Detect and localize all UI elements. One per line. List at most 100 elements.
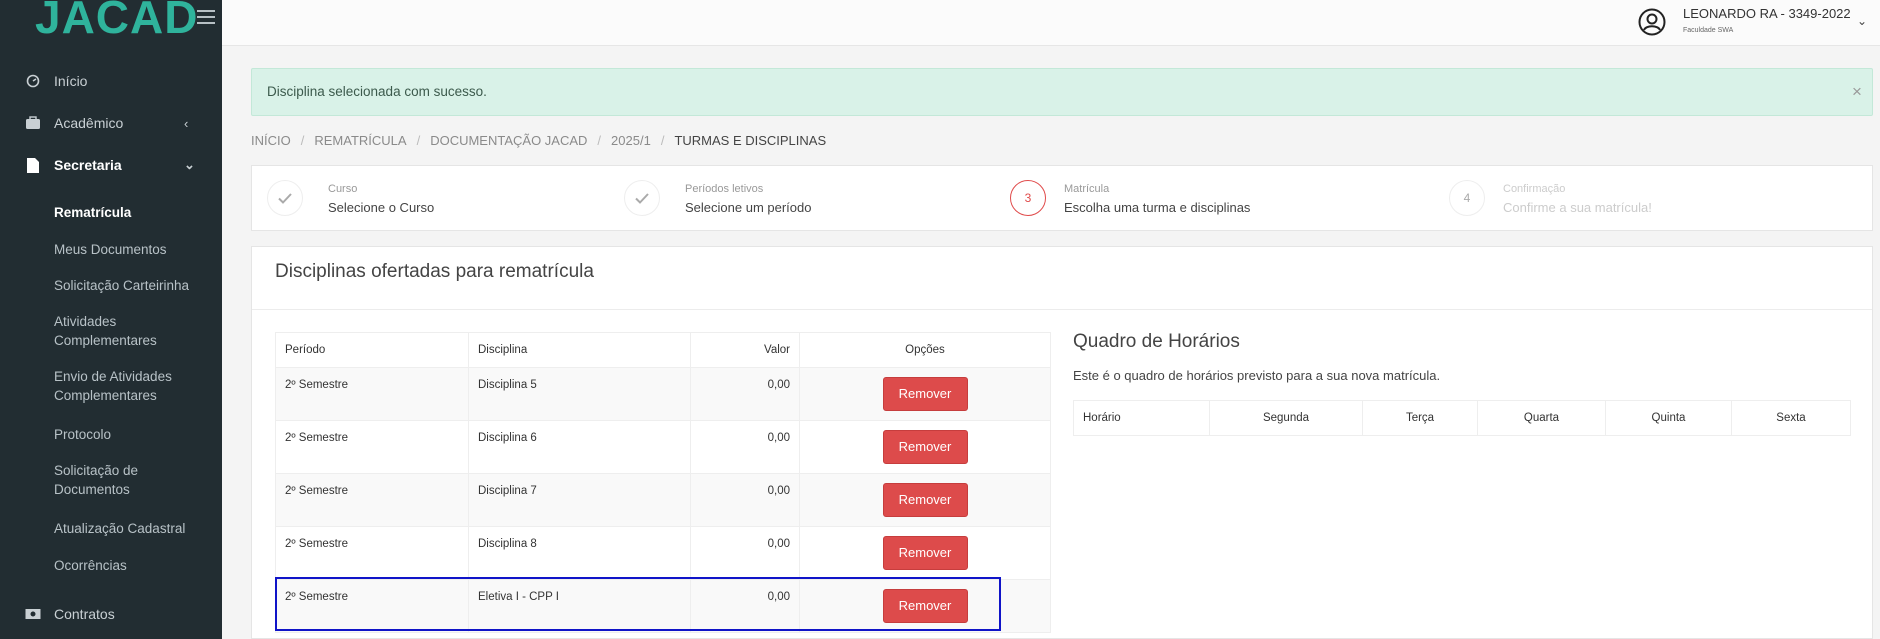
cell-periodo: 2º Semestre [275,420,469,474]
step-number: 3 [1010,180,1046,216]
sidebar-subitem-solicitacao-carteirinha[interactable]: Solicitação Carteirinha [54,276,214,295]
cell-opcoes: Remover [799,367,1051,421]
menu-toggle-icon[interactable] [197,10,215,28]
breadcrumb-item[interactable]: INÍCIO [251,133,291,148]
table-row: 2º Semestre Disciplina 5 0,00 Remover [275,367,1051,421]
sidebar-subitem-envio-atividades[interactable]: Envio de Atividades Complementares [54,367,194,405]
cell-valor: 0,00 [690,579,800,633]
disciplines-table: Período Disciplina Valor Opções 2º Semes… [275,332,1051,633]
close-icon[interactable]: × [1852,82,1862,102]
schedule-description: Este é o quadro de horários previsto par… [1073,368,1441,383]
table-row: 2º Semestre Disciplina 6 0,00 Remover [275,420,1051,474]
check-icon [267,180,303,216]
breadcrumb-item[interactable]: REMATRÍCULA [314,133,406,148]
remove-button[interactable]: Remover [882,430,968,464]
column-header: Período [275,332,469,368]
step-label: Confirmação [1503,183,1566,195]
step-label: Matrícula [1064,183,1110,195]
table-row: 2º Semestre Eletiva I - CPP I 0,00 Remov… [275,579,1051,633]
chevron-left-icon: ‹ [184,115,189,131]
step-description: Selecione um período [685,200,812,215]
column-header: Sexta [1731,400,1851,436]
cell-opcoes: Remover [799,473,1051,527]
divider [252,309,1872,310]
remove-button[interactable]: Remover [882,589,968,623]
remove-button[interactable]: Remover [882,536,968,570]
panel-title: Disciplinas ofertadas para rematrícula [275,261,594,282]
step-description: Escolha uma turma e disciplinas [1064,200,1251,215]
table-header-row: Período Disciplina Valor Opções [275,332,1051,368]
check-icon [624,180,660,216]
sidebar-item-label: Contratos [54,606,115,622]
column-header: Terça [1362,400,1478,436]
sidebar-item-academico[interactable]: Acadêmico ‹ [0,111,222,135]
schedule-header-row: Horário Segunda Terça Quarta Quinta Sext… [1073,400,1851,436]
cell-disciplina: Eletiva I - CPP I [468,579,691,633]
disciplines-panel: Disciplinas ofertadas para rematrícula P… [251,246,1873,639]
cell-valor: 0,00 [690,526,800,580]
remove-button[interactable]: Remover [882,483,968,517]
sidebar-item-inicio[interactable]: Início [0,69,222,93]
cell-periodo: 2º Semestre [275,579,469,633]
user-avatar-icon[interactable] [1638,8,1666,36]
success-alert: Disciplina selecionada com sucesso. × [251,68,1873,116]
column-header: Segunda [1209,400,1363,436]
sidebar-item-secretaria[interactable]: Secretaria ⌄ [0,153,222,177]
sidebar: JACAD Início Acadêmico ‹ Secretaria ⌄ Re… [0,0,222,639]
wizard-steps: Curso Selecione o Curso Períodos letivos… [251,165,1873,231]
sidebar-subitem-ocorrencias[interactable]: Ocorrências [54,556,214,575]
breadcrumb-item[interactable]: 2025/1 [611,133,651,148]
top-header [222,0,1880,46]
sidebar-item-label: Secretaria [54,157,122,173]
breadcrumb-item[interactable]: DOCUMENTAÇÃO JACAD [430,133,587,148]
sidebar-item-label: Acadêmico [54,115,124,131]
dashboard-icon [25,73,41,89]
schedule-table: Horário Segunda Terça Quarta Quinta Sext… [1073,400,1851,436]
cell-periodo: 2º Semestre [275,473,469,527]
logo-row: JACAD [0,0,222,46]
column-header: Opções [799,332,1051,368]
cell-valor: 0,00 [690,420,800,474]
alert-message: Disciplina selecionada com sucesso. [267,84,487,99]
table-row: 2º Semestre Disciplina 8 0,00 Remover [275,526,1051,580]
sidebar-subitem-rematricula[interactable]: Rematrícula [54,203,214,222]
sidebar-subitem-protocolo[interactable]: Protocolo [54,425,214,444]
logo[interactable]: JACAD [35,0,198,44]
sidebar-subitem-atividades-complementares[interactable]: Atividades Complementares [54,312,194,350]
remove-button[interactable]: Remover [882,377,968,411]
cell-opcoes: Remover [799,526,1051,580]
cell-periodo: 2º Semestre [275,367,469,421]
step-description: Confirme a sua matrícula! [1503,200,1652,215]
step-description: Selecione o Curso [328,200,435,215]
sidebar-subitem-meus-documentos[interactable]: Meus Documentos [54,240,214,259]
file-icon [25,157,41,173]
cell-periodo: 2º Semestre [275,526,469,580]
money-icon [25,606,41,622]
user-name[interactable]: LEONARDO RA - 3349-2022 [1683,6,1851,21]
sidebar-item-label: Início [54,73,88,89]
column-header: Valor [690,332,800,368]
breadcrumb-current: TURMAS E DISCIPLINAS [674,133,827,148]
cell-valor: 0,00 [690,473,800,527]
step-label: Períodos letivos [685,183,764,195]
column-header: Disciplina [468,332,691,368]
schedule-title: Quadro de Horários [1073,331,1240,352]
sidebar-item-contratos[interactable]: Contratos [0,602,222,626]
cell-disciplina: Disciplina 8 [468,526,691,580]
breadcrumb: INÍCIO / REMATRÍCULA / DOCUMENTAÇÃO JACAD /… [251,133,827,148]
institution-name: Faculdade SWA [1683,27,1734,34]
briefcase-icon [25,115,41,131]
cell-disciplina: Disciplina 7 [468,473,691,527]
cell-valor: 0,00 [690,367,800,421]
cell-opcoes: Remover [799,420,1051,474]
chevron-down-icon[interactable]: ⌄ [1857,14,1867,28]
sidebar-subitem-atualizacao-cadastral[interactable]: Atualização Cadastral [54,519,214,538]
column-header: Quinta [1605,400,1732,436]
table-row: 2º Semestre Disciplina 7 0,00 Remover [275,473,1051,527]
column-header: Horário [1073,400,1210,436]
cell-opcoes: Remover [799,579,1051,633]
sidebar-subitem-solicitacao-documentos[interactable]: Solicitação de Documentos [54,461,174,499]
step-label: Curso [328,183,358,195]
chevron-down-icon: ⌄ [184,157,195,172]
cell-disciplina: Disciplina 6 [468,420,691,474]
